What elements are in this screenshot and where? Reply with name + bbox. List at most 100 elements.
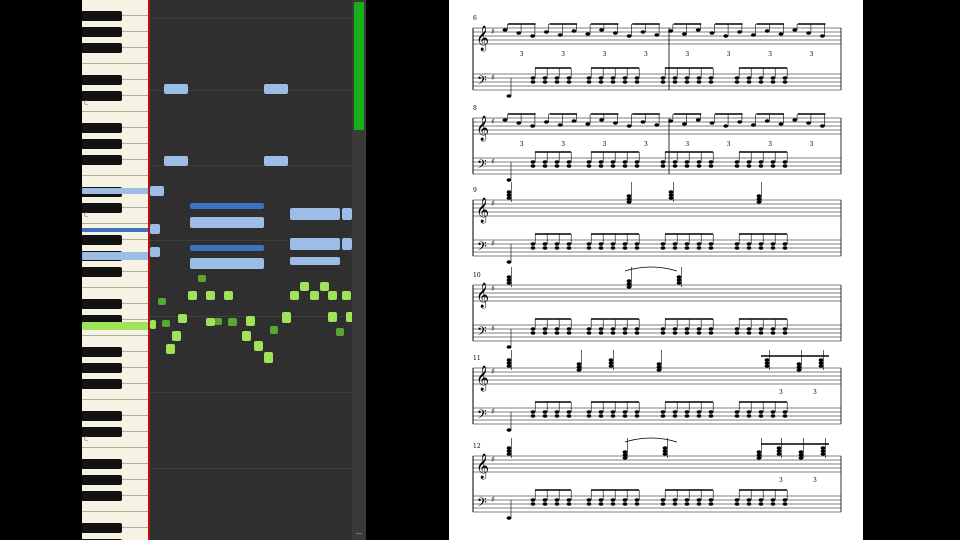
- roll-note[interactable]: [342, 291, 351, 300]
- roll-note[interactable]: [190, 258, 264, 269]
- roll-note[interactable]: [190, 217, 264, 228]
- notehead: [770, 498, 776, 502]
- notehead: [746, 246, 752, 250]
- roll-note[interactable]: [290, 291, 299, 300]
- roll-note[interactable]: [328, 291, 337, 300]
- black-key[interactable]: [82, 75, 122, 85]
- roll-note[interactable]: [224, 291, 233, 300]
- tie-slur: [624, 266, 678, 272]
- notehead: [506, 178, 512, 182]
- roll-note[interactable]: [336, 328, 344, 336]
- notehead: [734, 80, 740, 84]
- black-key[interactable]: [82, 475, 122, 485]
- roll-note[interactable]: [150, 224, 160, 234]
- black-key[interactable]: [82, 491, 122, 501]
- roll-note[interactable]: [282, 312, 291, 323]
- notehead: [746, 164, 752, 168]
- roll-note[interactable]: [228, 318, 237, 326]
- notehead: [746, 410, 752, 414]
- notehead: [734, 327, 740, 331]
- black-key[interactable]: [82, 379, 122, 389]
- roll-note[interactable]: [206, 318, 215, 326]
- notehead: [530, 80, 536, 84]
- notehead: [613, 31, 618, 35]
- notehead: [696, 331, 702, 335]
- notehead: [734, 160, 740, 164]
- notehead: [610, 160, 616, 164]
- black-key[interactable]: [82, 235, 122, 245]
- roll-note[interactable]: [206, 291, 215, 300]
- notehead: [608, 358, 614, 362]
- piano-roll-grid[interactable]: [150, 0, 352, 540]
- black-key[interactable]: [82, 411, 122, 421]
- roll-note[interactable]: [342, 238, 352, 250]
- notehead: [660, 410, 666, 414]
- black-key[interactable]: [82, 43, 122, 53]
- roll-note[interactable]: [158, 298, 166, 305]
- octave-c-label: C: [84, 436, 89, 443]
- roll-note[interactable]: [166, 344, 175, 354]
- roll-note[interactable]: [264, 156, 288, 166]
- black-key[interactable]: [82, 459, 122, 469]
- notehead: [554, 331, 560, 335]
- roll-note[interactable]: [320, 282, 329, 291]
- tuplet-label: 3: [813, 477, 817, 484]
- roll-note[interactable]: [254, 341, 263, 351]
- roll-note[interactable]: [178, 314, 187, 323]
- black-key[interactable]: [82, 123, 122, 133]
- notehead: [530, 160, 536, 164]
- notehead: [770, 414, 776, 418]
- roll-note[interactable]: [310, 291, 319, 300]
- roll-note[interactable]: [150, 186, 164, 196]
- roll-note[interactable]: [198, 275, 206, 282]
- roll-note[interactable]: [264, 84, 288, 94]
- roll-note[interactable]: [190, 245, 264, 251]
- notehead: [598, 410, 604, 414]
- black-key[interactable]: [82, 267, 122, 277]
- black-key[interactable]: [82, 299, 122, 309]
- roll-note[interactable]: [328, 312, 337, 322]
- notehead: [820, 34, 825, 38]
- key-signature-sharp: ♯: [491, 73, 495, 82]
- scrollbar-thumb[interactable]: [354, 2, 364, 130]
- black-key[interactable]: [82, 523, 122, 533]
- notehead: [576, 362, 582, 366]
- roll-note[interactable]: [190, 203, 264, 209]
- roll-note[interactable]: [164, 156, 188, 166]
- notehead: [672, 498, 678, 502]
- black-key[interactable]: [82, 363, 122, 373]
- notehead: [610, 502, 616, 506]
- black-key[interactable]: [82, 155, 122, 165]
- roll-note[interactable]: [290, 257, 340, 265]
- roll-note[interactable]: [290, 238, 340, 250]
- roll-note[interactable]: [164, 84, 188, 94]
- roll-note[interactable]: [162, 320, 170, 327]
- roll-note[interactable]: [188, 291, 197, 300]
- notehead: [734, 414, 740, 418]
- notehead: [770, 410, 776, 414]
- black-key[interactable]: [82, 347, 122, 357]
- notehead: [530, 246, 536, 250]
- roll-note[interactable]: [290, 208, 340, 220]
- notehead: [506, 275, 512, 279]
- black-key[interactable]: [82, 27, 122, 37]
- notehead: [708, 502, 714, 506]
- roll-note[interactable]: [300, 282, 309, 291]
- tuplet-label: 3: [644, 51, 648, 58]
- roll-note[interactable]: [246, 316, 255, 326]
- black-key[interactable]: [82, 11, 122, 21]
- roll-note[interactable]: [214, 318, 222, 325]
- notehead: [566, 331, 572, 335]
- piano-keyboard[interactable]: CCCC: [82, 0, 148, 540]
- roll-note[interactable]: [150, 247, 160, 257]
- black-key[interactable]: [82, 139, 122, 149]
- roll-note[interactable]: [242, 331, 251, 341]
- roll-note[interactable]: [270, 326, 278, 334]
- notehead: [746, 502, 752, 506]
- vertical-scrollbar[interactable]: [352, 0, 366, 540]
- roll-note[interactable]: [150, 320, 156, 329]
- roll-note[interactable]: [342, 208, 352, 220]
- roll-note[interactable]: [172, 331, 181, 341]
- notehead: [746, 498, 752, 502]
- roll-note[interactable]: [264, 352, 273, 363]
